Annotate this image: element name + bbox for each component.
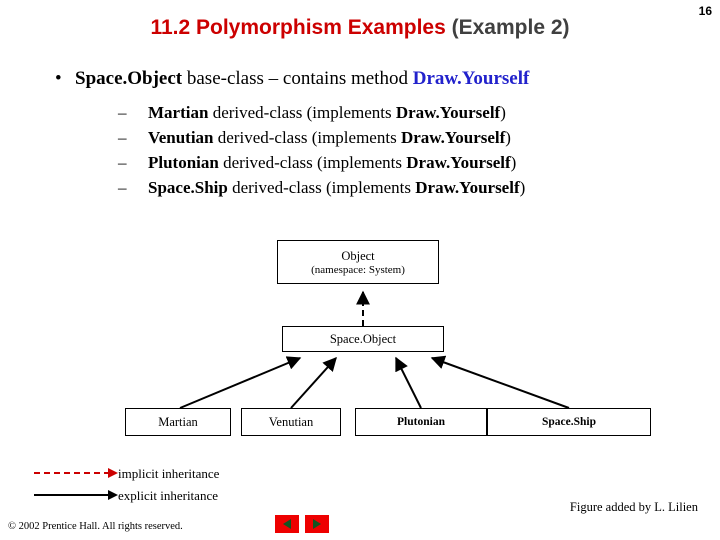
legend-explicit-label: explicit inheritance bbox=[118, 488, 218, 503]
list-class-name: Venutian bbox=[148, 128, 214, 147]
bullet-base-class-name: Space.Object bbox=[75, 68, 183, 89]
list-item: – Plutonian derived-class (implements Dra… bbox=[118, 150, 525, 175]
list-dash: – bbox=[118, 103, 127, 122]
list-class-name: Space.Ship bbox=[148, 178, 228, 197]
list-text: derived-class (implements bbox=[213, 128, 401, 147]
diagram-box-spaceship-label: Space.Ship bbox=[541, 416, 596, 428]
bullet-marker: • bbox=[55, 68, 62, 89]
triangle-right-icon bbox=[313, 519, 321, 529]
page-title-main: 11.2 Polymorphism Examples bbox=[150, 16, 446, 39]
page-title: 11.2 Polymorphism Examples (Example 2) bbox=[0, 16, 720, 40]
diagram-box-object-label: Object bbox=[341, 248, 375, 263]
slide: 16 11.2 Polymorphism Examples (Example 2… bbox=[0, 0, 720, 540]
list-class-name: Martian bbox=[148, 103, 209, 122]
diagram-box-martian: Martian bbox=[125, 408, 231, 436]
bullet-text: base-class – contains method bbox=[182, 68, 413, 89]
list-dash: – bbox=[118, 153, 127, 172]
diagram-box-martian-label: Martian bbox=[158, 414, 198, 429]
bullet-method-name: Draw.Yourself bbox=[412, 68, 530, 89]
diagram-box-spaceobject: Space.Object bbox=[282, 326, 444, 352]
list-method-name: Draw.Yourself bbox=[400, 128, 506, 147]
page-title-sub: (Example 2) bbox=[451, 16, 570, 39]
list-text: derived-class (implements bbox=[218, 153, 407, 172]
list-item: – Martian derived-class (implements Draw.… bbox=[118, 100, 525, 125]
list-text: derived-class (implements bbox=[227, 178, 416, 197]
list-close-paren: ) bbox=[519, 178, 526, 197]
diagram-box-plutonian: Plutonian bbox=[355, 408, 487, 436]
triangle-left-icon bbox=[283, 519, 291, 529]
diagram-box-object-namespace: (namespace: System) bbox=[311, 263, 405, 276]
diagram-box-spaceship: Space.Ship bbox=[487, 408, 651, 436]
list-dash: – bbox=[118, 178, 127, 197]
copyright-notice: © 2002 Prentice Hall. All rights reserve… bbox=[8, 521, 183, 532]
list-method-name: Draw.Yourself bbox=[406, 153, 511, 172]
diagram-box-venutian-label: Venutian bbox=[268, 414, 314, 429]
bullet-level1: • Space.Object base-class – contains meth… bbox=[55, 68, 529, 90]
list-close-paren: ) bbox=[510, 153, 517, 172]
diagram-box-spaceobject-label: Space.Object bbox=[329, 331, 397, 346]
list-item: – Space.Ship derived-class (implements Dr… bbox=[118, 175, 525, 200]
diagram-box-plutonian-label: Plutonian bbox=[397, 416, 445, 428]
derived-class-list: – Martian derived-class (implements Draw.… bbox=[118, 100, 525, 200]
list-class-name: Plutonian bbox=[148, 153, 219, 172]
previous-slide-button[interactable] bbox=[275, 515, 299, 533]
inheritance-diagram: Object (namespace: System) Space.Object … bbox=[0, 236, 720, 456]
list-dash: – bbox=[118, 128, 127, 147]
next-slide-button[interactable] bbox=[305, 515, 329, 533]
figure-credit: Figure added by L. Lilien bbox=[569, 500, 698, 514]
list-method-name: Draw.Yourself bbox=[395, 103, 501, 122]
list-item: – Venutian derived-class (implements Draw… bbox=[118, 125, 525, 150]
diagram-box-venutian: Venutian bbox=[241, 408, 341, 436]
list-text: derived-class (implements bbox=[208, 103, 396, 122]
legend-explicit-arrow-head bbox=[108, 490, 118, 500]
diagram-box-object: Object (namespace: System) bbox=[277, 240, 439, 284]
list-close-paren: ) bbox=[505, 128, 511, 147]
legend-implicit-label: implicit inheritance bbox=[118, 466, 220, 481]
list-method-name: Draw.Yourself bbox=[415, 178, 520, 197]
list-close-paren: ) bbox=[500, 103, 506, 122]
slide-navigation bbox=[275, 515, 329, 533]
legend-implicit-arrow-head bbox=[108, 468, 118, 478]
